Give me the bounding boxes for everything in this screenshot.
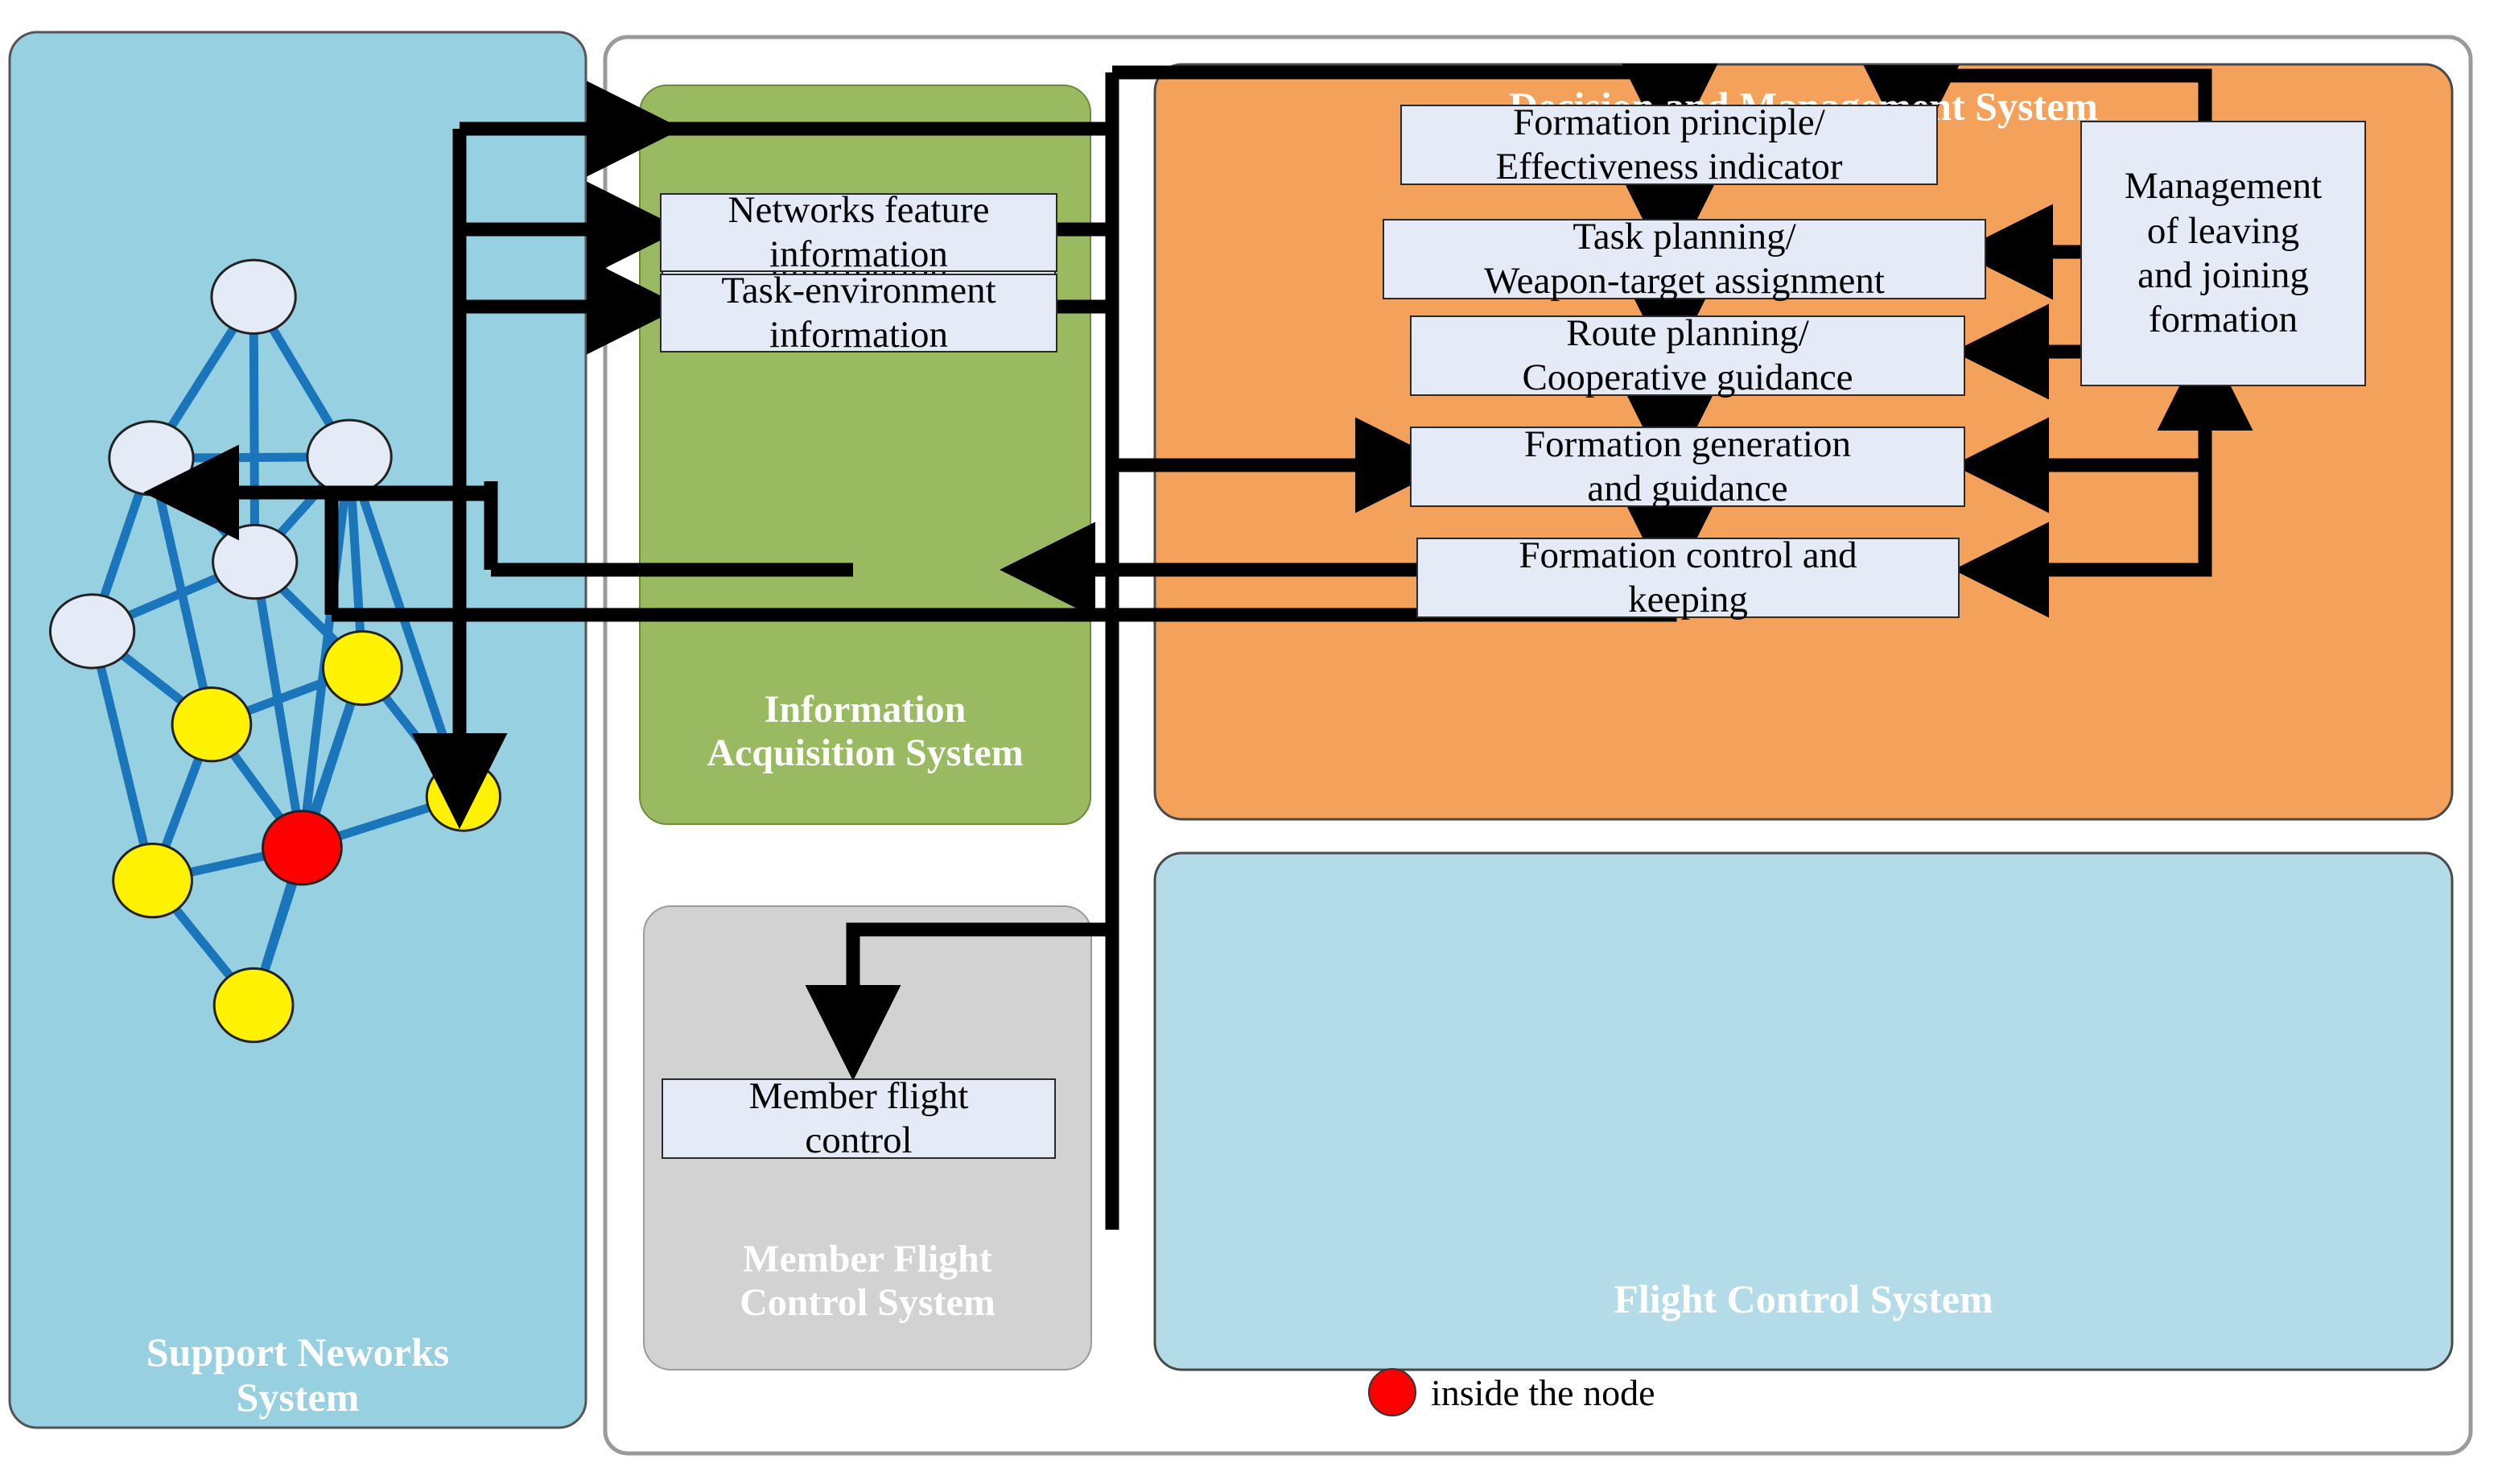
box-management-of-leaving-and-joining-formation[interactable]: Management of leaving and joining format… [2080,121,2366,386]
formation-principle-line1: Formation principle/ [1513,101,1825,143]
member-flight-control-title: Member Flight Control System [644,1238,1091,1325]
task-planning-line2: Weapon-target assignment [1484,260,1885,302]
red-circle-icon [1368,1368,1416,1416]
information-acquisition-title-line2: Acquisition System [707,731,1024,774]
network-node-red[interactable] [262,810,343,886]
task-environment-information-line1: Task-environment [721,269,996,311]
networks-feature-information-line1: Networks feature [728,188,990,231]
member-flight-control-line2: control [805,1119,913,1161]
box-networks-feature-information-real[interactable]: Networks feature information [660,189,1057,275]
flight-control-title: Flight Control System [1155,1276,2452,1321]
task-planning-line1: Task planning/ [1573,215,1796,258]
flight-control-title-text: Flight Control System [1614,1276,1993,1321]
network-node-yellow[interactable] [112,843,193,919]
member-flight-control-line1: Member flight [748,1074,969,1117]
route-planning-line2: Cooperative guidance [1522,357,1853,398]
management-line4: formation [2148,299,2298,341]
network-node-yellow[interactable] [212,967,295,1044]
formation-control-line2: keeping [1628,579,1748,620]
support-networks-title: Support Neworks System [10,1329,586,1420]
box-formation-principle[interactable]: Formation principle/ Effectiveness indic… [1400,101,1938,188]
box-member-flight-control[interactable]: Member flight control [662,1075,1056,1161]
box-task-planning[interactable]: Task planning/ Weapon-target assignment [1383,216,1986,302]
formation-control-line1: Formation control and [1519,534,1857,576]
route-planning-line1: Route planning/ [1566,311,1809,354]
legend: inside the node [1368,1368,1655,1416]
diagram-canvas: Support Neworks System Information Acqui… [0,0,2498,1484]
task-environment-information-line2: information [769,314,948,356]
network-edge [249,296,260,563]
information-acquisition-title: Information Acquisition System [640,688,1090,775]
management-line1: Management [2124,165,2323,208]
box-route-planning[interactable]: Route planning/ Cooperative guidance [1410,312,1965,398]
box-formation-generation-and-guidance[interactable]: Formation generation and guidance [1410,423,1965,509]
support-networks-panel [8,31,587,1429]
network-node[interactable] [306,418,393,495]
network-node[interactable] [108,420,195,497]
management-line2: of leaving [2146,209,2300,252]
information-acquisition-title-line1: Information [764,688,967,731]
management-line3: and joining [2137,254,2309,296]
network-node-yellow[interactable] [171,686,253,763]
legend-label: inside the node [1431,1371,1655,1413]
network-node[interactable] [210,258,297,335]
formation-generation-line1: Formation generation [1524,423,1851,465]
member-flight-control-title-line1: Member Flight [743,1238,992,1280]
network-node[interactable] [48,593,136,670]
box-task-environment-information[interactable]: Task-environment information [660,270,1057,356]
formation-generation-line2: and guidance [1587,468,1788,509]
formation-principle-line2: Effectiveness indicator [1495,146,1843,188]
member-flight-control-title-line2: Control System [740,1280,995,1324]
support-networks-title-line2: System [236,1375,360,1420]
network-node-yellow[interactable] [321,629,403,707]
network-node[interactable] [212,523,299,600]
box-formation-control-and-keeping[interactable]: Formation control and keeping [1416,534,1960,620]
support-networks-title-line1: Support Neworks [146,1329,450,1375]
